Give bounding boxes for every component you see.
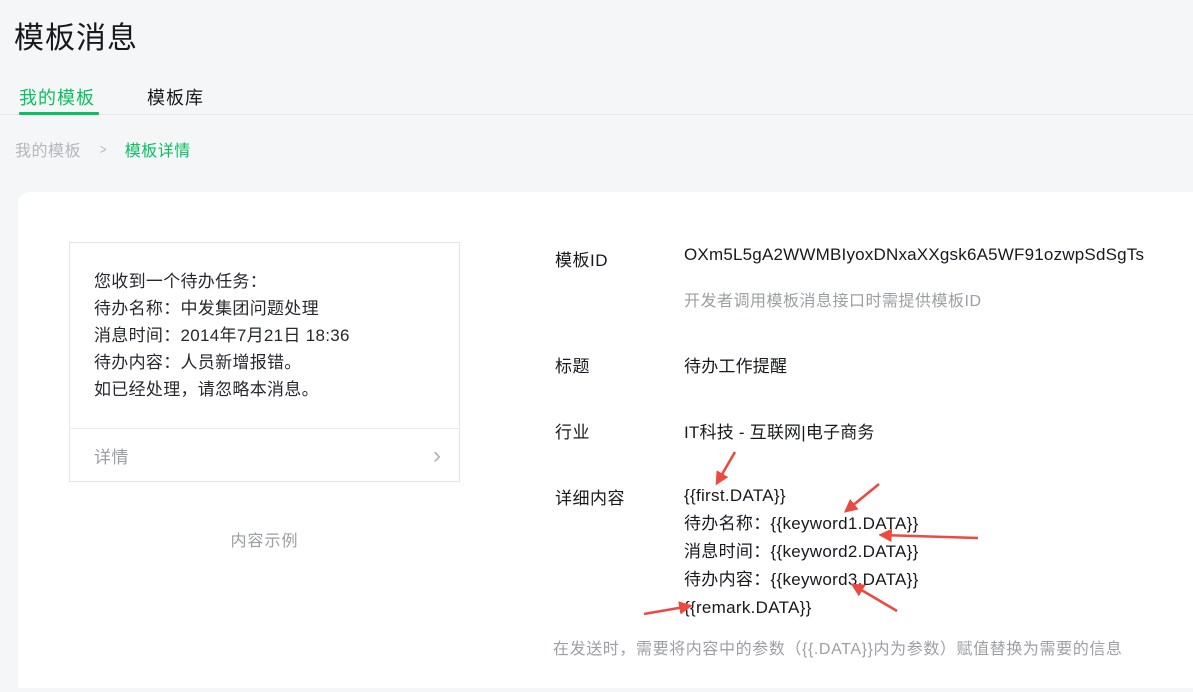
industry-label: 行业 bbox=[555, 418, 590, 443]
template-content-line: {{remark.DATA}} bbox=[684, 594, 919, 622]
template-content: {{first.DATA}} 待办名称：{{keyword1.DATA}} 消息… bbox=[684, 482, 919, 622]
template-content-line: 待办名称：{{keyword1.DATA}} bbox=[684, 510, 919, 538]
chevron-right-icon: › bbox=[433, 444, 441, 468]
tab-template-library[interactable]: 模板库 bbox=[147, 84, 204, 110]
tabbar-divider bbox=[0, 114, 1193, 115]
template-id-hint: 开发者调用模板消息接口时需提供模板ID bbox=[684, 287, 982, 311]
template-message-page: 模板消息 我的模板 模板库 我的模板 > 模板详情 您收到一个待办任务： 待办名… bbox=[0, 0, 1193, 692]
breadcrumb-template-detail: 模板详情 bbox=[125, 137, 191, 161]
preview-line: 如已经处理，请忽略本消息。 bbox=[94, 376, 443, 403]
chevron-right-icon: > bbox=[100, 141, 107, 157]
message-preview-card: 您收到一个待办任务： 待办名称：中发集团问题处理 消息时间：2014年7月21日… bbox=[69, 242, 460, 482]
preview-caption: 内容示例 bbox=[69, 527, 460, 551]
preview-line: 您收到一个待办任务： bbox=[94, 268, 443, 295]
preview-line: 消息时间：2014年7月21日 18:36 bbox=[94, 322, 443, 349]
industry-value: IT科技 - 互联网|电子商务 bbox=[684, 418, 875, 443]
tab-my-templates[interactable]: 我的模板 bbox=[19, 84, 95, 110]
preview-line: 待办内容：人员新增报错。 bbox=[94, 349, 443, 376]
active-tab-underline bbox=[19, 112, 99, 115]
content-label: 详细内容 bbox=[555, 484, 625, 509]
template-content-line: {{first.DATA}} bbox=[684, 482, 919, 510]
title-value: 待办工作提醒 bbox=[684, 352, 787, 377]
template-id-value: OXm5L5gA2WWMBIyoxDNxaXXgsk6A5WF91ozwpSdS… bbox=[684, 245, 1144, 265]
preview-message-body: 您收到一个待办任务： 待办名称：中发集团问题处理 消息时间：2014年7月21日… bbox=[94, 268, 443, 403]
breadcrumb: 我的模板 > 模板详情 bbox=[15, 137, 191, 161]
preview-detail-row[interactable]: 详情 › bbox=[94, 429, 441, 482]
breadcrumb-my-templates[interactable]: 我的模板 bbox=[15, 137, 81, 161]
template-content-line: 消息时间：{{keyword2.DATA}} bbox=[684, 538, 919, 566]
page-title: 模板消息 bbox=[14, 13, 138, 57]
detail-link-label: 详情 bbox=[94, 443, 129, 468]
preview-line: 待办名称：中发集团问题处理 bbox=[94, 295, 443, 322]
template-content-line: 待办内容：{{keyword3.DATA}} bbox=[684, 566, 919, 594]
template-id-label: 模板ID bbox=[555, 246, 608, 271]
title-label: 标题 bbox=[555, 352, 590, 377]
content-card: 您收到一个待办任务： 待办名称：中发集团问题处理 消息时间：2014年7月21日… bbox=[18, 192, 1193, 688]
send-parameter-note: 在发送时，需要将内容中的参数（{{.DATA}}内为参数）赋值替换为需要的信息 bbox=[553, 635, 1123, 659]
